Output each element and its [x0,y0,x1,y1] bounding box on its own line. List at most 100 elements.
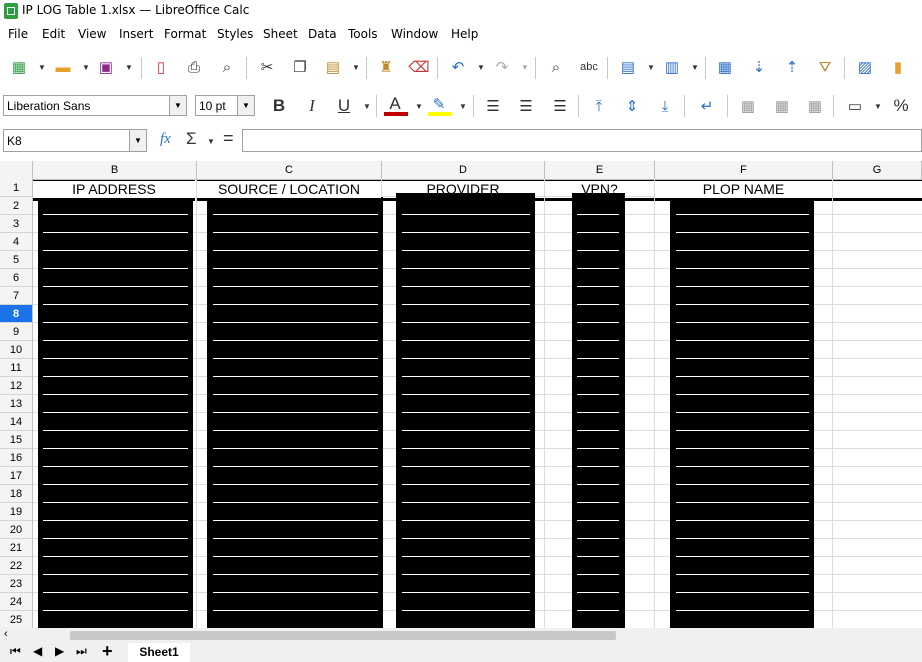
row-header[interactable]: 9 [0,323,32,341]
menu-window[interactable]: Window [391,27,438,41]
row-header[interactable]: 11 [0,359,32,377]
row-header[interactable]: 14 [0,413,32,431]
align-top-icon[interactable]: ⤒ [588,95,610,117]
row-header[interactable]: 18 [0,485,32,503]
sort-icon[interactable]: ▦ [714,56,736,78]
sort-descending-icon[interactable]: ⇡ [781,56,803,78]
menu-styles[interactable]: Styles [217,27,253,41]
menu-sheet[interactable]: Sheet [263,27,298,41]
row-header[interactable]: 20 [0,521,32,539]
column-dropdown-icon[interactable]: ▼ [691,63,699,72]
row-header[interactable]: 13 [0,395,32,413]
menu-insert[interactable]: Insert [119,27,153,41]
row-header[interactable]: 25 [0,611,32,629]
font-size-combobox[interactable]: 10 pt ▼ [195,95,255,116]
row-header[interactable]: 5 [0,251,32,269]
header-empty-cell[interactable] [833,180,922,201]
header-ip-address[interactable]: IP ADDRESS [33,180,195,201]
chevron-down-icon[interactable]: ▼ [169,96,186,115]
clone-formatting-icon[interactable]: ♜ [375,56,397,78]
sum-button[interactable]: Σ [186,129,197,149]
sum-dropdown-icon[interactable]: ▼ [207,137,215,146]
underline-button[interactable]: U [333,95,355,117]
horizontal-scroll-thumb[interactable] [70,631,616,640]
new-document-icon[interactable]: ▦ [8,56,30,78]
unmerge-cells-icon[interactable]: ▦ [804,95,826,117]
align-bottom-icon[interactable]: ⤓ [654,95,676,117]
menu-tools[interactable]: Tools [348,27,378,41]
wrap-text-icon[interactable]: ↵ [696,95,718,117]
column-header-b[interactable]: B [33,161,197,179]
formula-button[interactable]: = [223,128,234,149]
clear-formatting-icon[interactable]: ⌫ [408,56,430,78]
last-sheet-icon[interactable]: ⏭ [76,644,87,659]
header-vpn[interactable]: VPN? [545,180,654,201]
print-icon[interactable]: ⎙ [183,56,205,78]
copy-icon[interactable]: ❐ [289,56,311,78]
redo-dropdown-icon[interactable]: ▼ [521,63,529,72]
menu-help[interactable]: Help [451,27,478,41]
center-vertically-icon[interactable]: ⇕ [621,95,643,117]
column-header-f[interactable]: F [655,161,833,179]
row-header[interactable]: 16 [0,449,32,467]
chevron-down-icon[interactable]: ▼ [129,130,146,151]
column-header-d[interactable]: D [382,161,545,179]
scroll-left-icon[interactable]: ‹ [4,628,8,640]
font-name-combobox[interactable]: Liberation Sans ▼ [3,95,187,116]
sort-ascending-icon[interactable]: ⇣ [748,56,770,78]
export-pdf-icon[interactable]: ▯ [150,56,172,78]
header-source-location[interactable]: SOURCE / LOCATION [197,180,381,201]
bold-button[interactable]: B [268,95,290,117]
merge-center-icon[interactable]: ▦ [737,95,759,117]
undo-dropdown-icon[interactable]: ▼ [477,63,485,72]
row-header[interactable]: 24 [0,593,32,611]
menu-format[interactable]: Format [164,27,206,41]
currency-dropdown-icon[interactable]: ▼ [874,102,882,111]
font-color-dropdown-icon[interactable]: ▼ [415,102,423,111]
row-header-active[interactable]: 8 [0,305,32,323]
cut-icon[interactable]: ✂ [256,56,278,78]
next-sheet-icon[interactable]: ▶ [55,644,64,658]
header-provider[interactable]: PROVIDER [382,180,544,201]
menu-edit[interactable]: Edit [42,27,65,41]
paste-icon[interactable]: ▤ [322,56,344,78]
row-header[interactable]: 12 [0,377,32,395]
name-box[interactable]: K8 ▼ [3,129,147,152]
chevron-down-icon[interactable]: ▼ [237,96,254,115]
add-sheet-icon[interactable]: + [102,641,113,662]
redo-icon[interactable]: ↷ [491,56,513,78]
undo-icon[interactable]: ↶ [447,56,469,78]
currency-format-icon[interactable]: ▭ [844,95,866,117]
save-dropdown-icon[interactable]: ▼ [125,63,133,72]
header-plop-name[interactable]: PLOP NAME [655,180,832,201]
percent-button[interactable]: % [890,95,912,117]
column-icon[interactable]: ▥ [661,56,683,78]
paste-dropdown-icon[interactable]: ▼ [352,63,360,72]
row-header[interactable]: 23 [0,575,32,593]
row-header[interactable]: 19 [0,503,32,521]
row-header[interactable]: 2 [0,197,32,215]
row-header[interactable]: 1 [0,179,32,197]
menu-data[interactable]: Data [308,27,337,41]
autofilter-icon[interactable]: ⛛ [814,56,836,78]
row-header[interactable]: 6 [0,269,32,287]
align-center-icon[interactable]: ☰ [515,95,537,117]
column-header-g[interactable]: G [833,161,922,179]
sheet-tab[interactable]: Sheet1 [128,643,190,662]
print-preview-icon[interactable]: ⌕ [216,56,238,78]
merge-cells-icon[interactable]: ▦ [771,95,793,117]
spelling-icon[interactable]: abc [578,56,600,78]
save-icon[interactable]: ▣ [95,56,117,78]
row-header[interactable]: 15 [0,431,32,449]
highlight-dropdown-icon[interactable]: ▼ [459,102,467,111]
italic-button[interactable]: I [301,95,323,117]
insert-chart-icon[interactable]: ▮ [887,56,909,78]
open-folder-icon[interactable]: ▬ [52,56,74,78]
previous-sheet-icon[interactable]: ◀ [33,644,42,658]
row-header[interactable]: 7 [0,287,32,305]
menu-view[interactable]: View [78,27,106,41]
column-header-e[interactable]: E [545,161,655,179]
spreadsheet-grid[interactable]: IP ADDRESS SOURCE / LOCATION PROVIDER VP… [33,179,922,629]
align-left-icon[interactable]: ☰ [482,95,504,117]
insert-image-icon[interactable]: ▨ [854,56,876,78]
